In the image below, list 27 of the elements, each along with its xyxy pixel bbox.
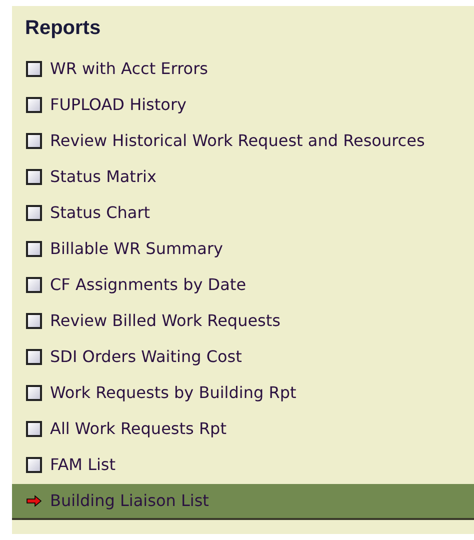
arrow-icon bbox=[26, 495, 42, 507]
checkbox-icon bbox=[26, 61, 42, 77]
checkbox-icon bbox=[26, 205, 42, 221]
report-link[interactable]: Billable WR Summary bbox=[12, 232, 474, 268]
report-link[interactable]: Building Liaison List bbox=[12, 484, 474, 520]
report-link[interactable]: WR with Acct Errors bbox=[12, 52, 474, 88]
checkbox-icon bbox=[26, 385, 42, 401]
report-link[interactable]: CF Assignments by Date bbox=[12, 268, 474, 304]
checkbox-icon bbox=[26, 457, 42, 473]
checkbox-icon bbox=[26, 313, 42, 329]
checkbox-icon bbox=[26, 421, 42, 437]
report-link[interactable]: Status Matrix bbox=[12, 160, 474, 196]
report-link[interactable]: Review Historical Work Request and Resources bbox=[12, 124, 474, 160]
checkbox-icon bbox=[26, 277, 42, 293]
report-link[interactable]: All Work Requests Rpt bbox=[12, 412, 474, 448]
checkbox-icon bbox=[26, 349, 42, 365]
report-link[interactable]: Work Requests by Building Rpt bbox=[12, 376, 474, 412]
checkbox-icon bbox=[26, 97, 42, 113]
report-link[interactable]: Review Billed Work Requests bbox=[12, 304, 474, 340]
panel-title: Reports bbox=[24, 16, 102, 41]
checkbox-icon bbox=[26, 169, 42, 185]
checkbox-icon bbox=[26, 241, 42, 257]
report-link[interactable]: Status Chart bbox=[12, 196, 474, 232]
report-link[interactable]: SDI Orders Waiting Cost bbox=[12, 340, 474, 376]
checkbox-icon bbox=[26, 133, 42, 149]
report-link[interactable]: FAM List bbox=[12, 448, 474, 484]
report-link[interactable]: FUPLOAD History bbox=[12, 88, 474, 124]
